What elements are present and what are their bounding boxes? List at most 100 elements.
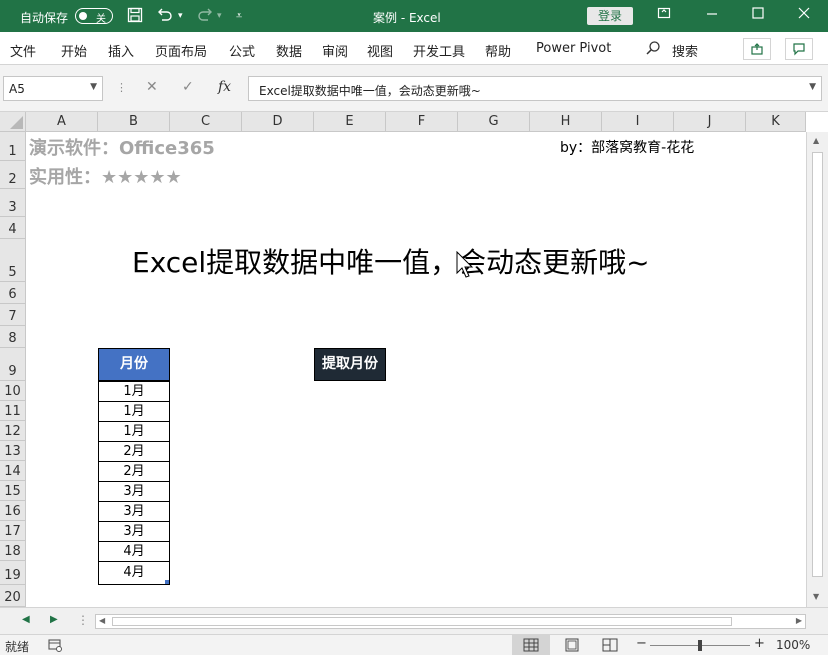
month-cell[interactable]: 4月 xyxy=(98,561,170,585)
vertical-scroll-thumb[interactable] xyxy=(812,152,823,577)
month-cell[interactable]: 1月 xyxy=(98,421,170,442)
month-cell[interactable]: 2月 xyxy=(98,441,170,462)
tab-review[interactable]: 审阅 xyxy=(322,41,348,60)
scroll-down-icon[interactable]: ▼ xyxy=(813,592,819,601)
next-sheet-icon[interactable]: ▶ xyxy=(50,614,58,625)
maximize-icon[interactable] xyxy=(751,6,765,24)
column-header-b[interactable]: B xyxy=(98,112,170,132)
tab-developer[interactable]: 开发工具 xyxy=(413,41,465,60)
comments-icon[interactable] xyxy=(785,38,813,60)
redo-icon[interactable] xyxy=(196,7,214,27)
row-header-4[interactable]: 4 xyxy=(0,217,26,239)
minimize-icon[interactable] xyxy=(705,6,719,24)
scroll-left-icon[interactable]: ◀ xyxy=(99,616,105,625)
column-header-g[interactable]: G xyxy=(458,112,530,132)
row-header-17[interactable]: 17 xyxy=(0,521,26,541)
more-options-icon[interactable]: ⋮ xyxy=(116,81,127,94)
close-icon[interactable] xyxy=(797,6,811,24)
tab-formulas[interactable]: 公式 xyxy=(229,41,255,60)
page-break-view-button[interactable] xyxy=(602,638,618,655)
expand-formula-icon[interactable]: ▼ xyxy=(809,82,816,92)
insert-function-button[interactable]: fx xyxy=(218,79,231,95)
tab-file[interactable]: 文件 xyxy=(10,41,36,60)
redo-dropdown-icon[interactable]: ▾ xyxy=(217,11,222,21)
select-all-corner[interactable] xyxy=(0,112,26,132)
row-header-5[interactable]: 5 xyxy=(0,239,26,282)
month-cell[interactable]: 3月 xyxy=(98,501,170,522)
tab-data[interactable]: 数据 xyxy=(276,41,302,60)
tab-help[interactable]: 帮助 xyxy=(485,41,511,60)
normal-view-button[interactable] xyxy=(512,635,550,655)
zoom-out-button[interactable]: − xyxy=(636,636,647,651)
previous-sheet-icon[interactable]: ◀ xyxy=(22,614,30,625)
row-header-1[interactable]: 1 xyxy=(0,132,26,161)
row-header-7[interactable]: 7 xyxy=(0,304,26,326)
search-icon[interactable] xyxy=(645,40,661,60)
row-header-11[interactable]: 11 xyxy=(0,401,26,421)
save-icon[interactable] xyxy=(127,7,143,27)
month-cell[interactable]: 2月 xyxy=(98,461,170,482)
column-header-c[interactable]: C xyxy=(170,112,242,132)
row-header-14[interactable]: 14 xyxy=(0,461,26,481)
more-sheets-icon[interactable]: ⋮ xyxy=(77,613,89,627)
row-header-16[interactable]: 16 xyxy=(0,501,26,521)
horizontal-scrollbar[interactable]: ◀ ▶ xyxy=(95,614,806,629)
column-header-a[interactable]: A xyxy=(26,112,98,132)
column-header-h[interactable]: H xyxy=(530,112,602,132)
scroll-up-icon[interactable]: ▲ xyxy=(813,136,819,145)
month-cell[interactable]: 3月 xyxy=(98,521,170,542)
zoom-in-button[interactable]: + xyxy=(754,636,765,651)
accessibility-icon[interactable] xyxy=(47,637,63,656)
row-header-13[interactable]: 13 xyxy=(0,441,26,461)
name-box[interactable]: A5 ▼ xyxy=(3,76,103,101)
zoom-level[interactable]: 100% xyxy=(776,638,810,652)
horizontal-scroll-thumb[interactable] xyxy=(112,617,732,626)
row-header-9[interactable]: 9 xyxy=(0,348,26,381)
undo-dropdown-icon[interactable]: ▾ xyxy=(178,11,183,21)
column-header-e[interactable]: E xyxy=(314,112,386,132)
row-header-10[interactable]: 10 xyxy=(0,381,26,401)
enter-icon[interactable]: ✓ xyxy=(182,79,194,95)
chevron-down-icon[interactable]: ▼ xyxy=(90,82,97,92)
row-header-8[interactable]: 8 xyxy=(0,326,26,348)
row-header-19[interactable]: 19 xyxy=(0,561,26,585)
row-header-15[interactable]: 15 xyxy=(0,481,26,501)
customize-qat-icon[interactable]: ⩡ xyxy=(236,9,242,23)
column-header-i[interactable]: I xyxy=(602,112,674,132)
worksheet-grid[interactable]: 演示软件：Office365 实用性：★★★★★ by：部落窝教育-花花 Exc… xyxy=(26,132,806,607)
fill-handle[interactable] xyxy=(165,580,169,584)
column-header-d[interactable]: D xyxy=(242,112,314,132)
row-header-2[interactable]: 2 xyxy=(0,161,26,189)
month-cell[interactable]: 1月 xyxy=(98,401,170,422)
tab-home[interactable]: 开始 xyxy=(61,41,87,60)
cancel-icon[interactable]: ✕ xyxy=(146,79,158,95)
page-layout-view-button[interactable] xyxy=(564,638,580,655)
share-icon[interactable] xyxy=(743,38,771,60)
tab-page-layout[interactable]: 页面布局 xyxy=(155,41,207,60)
vertical-scrollbar[interactable]: ▲ ▼ xyxy=(806,132,828,607)
column-header-k[interactable]: K xyxy=(746,112,806,132)
tab-insert[interactable]: 插入 xyxy=(108,41,134,60)
month-cell[interactable]: 4月 xyxy=(98,541,170,562)
search-label[interactable]: 搜索 xyxy=(672,41,698,60)
extract-month-header[interactable]: 提取月份 xyxy=(314,348,386,381)
month-cell[interactable]: 3月 xyxy=(98,481,170,502)
month-cell[interactable]: 1月 xyxy=(98,381,170,402)
row-header-3[interactable]: 3 xyxy=(0,189,26,217)
tab-view[interactable]: 视图 xyxy=(367,41,393,60)
scroll-right-icon[interactable]: ▶ xyxy=(796,616,802,625)
row-header-6[interactable]: 6 xyxy=(0,282,26,304)
row-header-12[interactable]: 12 xyxy=(0,421,26,441)
row-header-20[interactable]: 20 xyxy=(0,585,26,607)
zoom-slider-thumb[interactable] xyxy=(698,640,702,651)
formula-input[interactable]: Excel提取数据中唯一值，会动态更新哦~ ▼ xyxy=(248,76,822,101)
undo-icon[interactable] xyxy=(156,7,174,27)
month-column-header[interactable]: 月份 xyxy=(98,348,170,381)
login-button[interactable]: 登录 xyxy=(587,7,633,25)
row-header-18[interactable]: 18 xyxy=(0,541,26,561)
ribbon-display-options-icon[interactable] xyxy=(657,6,671,24)
autosave-toggle[interactable]: 关 xyxy=(75,8,113,25)
column-header-f[interactable]: F xyxy=(386,112,458,132)
column-header-j[interactable]: J xyxy=(674,112,746,132)
tab-power-pivot[interactable]: Power Pivot xyxy=(536,41,611,56)
